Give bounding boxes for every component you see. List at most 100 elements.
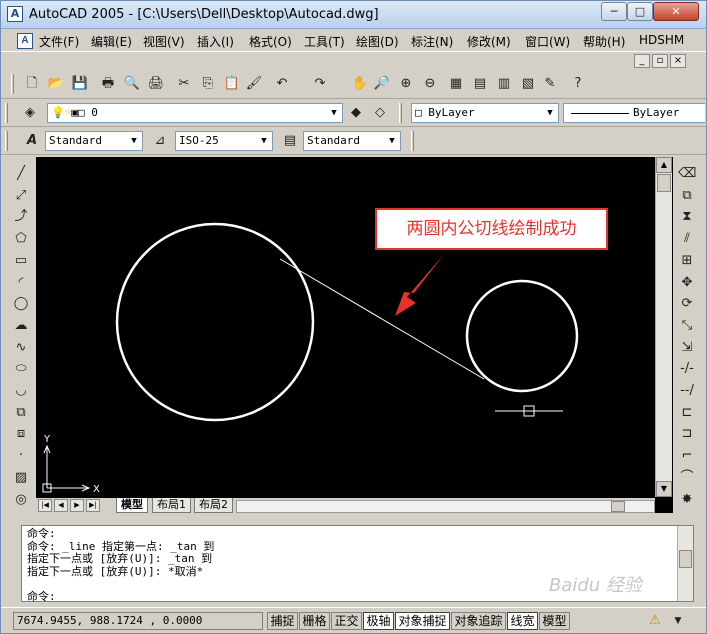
close-button[interactable]: ✕ xyxy=(653,2,699,21)
undo-icon[interactable]: ↶ xyxy=(273,75,291,93)
linetype-dropdown[interactable]: ByLayer xyxy=(563,103,705,123)
scroll-up-icon[interactable]: ▲ xyxy=(656,157,672,173)
prev-tab-icon[interactable]: ◀ xyxy=(54,499,68,512)
menu-item-6[interactable]: 绘图(D) xyxy=(356,33,399,50)
insert-block-icon[interactable]: ⧉ xyxy=(12,404,30,422)
maximize-button[interactable]: □ xyxy=(627,2,653,21)
table-style-dropdown[interactable]: Standard ▼ xyxy=(303,131,401,151)
tab-layout1[interactable]: 布局1 xyxy=(152,498,191,513)
layer-manager-icon[interactable]: ◈ xyxy=(21,104,39,122)
comm-center-icon[interactable]: ⚠ xyxy=(646,612,664,630)
next-tab-icon[interactable]: ▶ xyxy=(70,499,84,512)
menu-item-8[interactable]: 修改(M) xyxy=(467,33,511,50)
tab-model[interactable]: 模型 xyxy=(116,498,148,513)
rotate-icon[interactable]: ⟳ xyxy=(678,295,696,313)
arc-icon[interactable]: ◜ xyxy=(12,274,30,292)
menu-item-10[interactable]: 帮助(H) xyxy=(583,33,625,50)
menu-item-11[interactable]: HDSHM xyxy=(639,33,684,47)
horizontal-scrollbar[interactable] xyxy=(236,500,655,513)
tangent-line[interactable] xyxy=(279,258,485,380)
menu-item-9[interactable]: 窗口(W) xyxy=(525,33,570,50)
toolbar-grip[interactable] xyxy=(5,103,8,123)
small-circle[interactable] xyxy=(465,279,579,393)
polygon-icon[interactable]: ⬠ xyxy=(12,230,30,248)
new-icon[interactable]: 🗋 xyxy=(23,75,41,93)
hatch-icon[interactable]: ▨ xyxy=(12,469,30,487)
text-style-dropdown[interactable]: Standard ▼ xyxy=(45,131,143,151)
xline-icon[interactable]: ⤢ xyxy=(12,187,30,205)
menu-item-2[interactable]: 视图(V) xyxy=(143,33,185,50)
zoom-window-icon[interactable]: ⊕ xyxy=(397,75,415,93)
scroll-down-icon[interactable]: ▼ xyxy=(656,481,672,497)
scale-icon[interactable]: ⤡ xyxy=(678,317,696,335)
markup-icon[interactable]: ✎ xyxy=(541,75,559,93)
extend-icon[interactable]: --/ xyxy=(678,382,696,400)
ellipse-arc-icon[interactable]: ◡ xyxy=(12,382,30,400)
pan-icon[interactable]: ✋ xyxy=(351,75,369,93)
mirror-icon[interactable]: ⧗ xyxy=(678,208,696,226)
save-icon[interactable]: 💾 xyxy=(71,75,89,93)
status-toggle-7[interactable]: 模型 xyxy=(539,612,570,630)
tab-layout2[interactable]: 布局2 xyxy=(194,498,233,513)
coordinate-readout[interactable]: 7674.9455, 988.1724 , 0.0000 xyxy=(13,612,263,630)
status-toggle-3[interactable]: 极轴 xyxy=(363,612,394,630)
menu-item-4[interactable]: 格式(O) xyxy=(249,33,292,50)
scroll-thumb[interactable] xyxy=(679,550,692,568)
menu-item-0[interactable]: 文件(F) xyxy=(39,33,79,50)
pline-icon[interactable]: ⤴ xyxy=(12,208,30,226)
menu-item-3[interactable]: 插入(I) xyxy=(197,33,234,50)
layer-dropdown[interactable]: 💡☼▣□ 0 ▼ xyxy=(47,103,343,123)
make-layer-current-icon[interactable]: ◆ xyxy=(347,104,365,122)
text-style-icon[interactable]: A xyxy=(23,132,41,150)
minimize-button[interactable]: ─ xyxy=(601,2,627,21)
last-tab-icon[interactable]: ▶| xyxy=(86,499,100,512)
paste-icon[interactable]: 📋 xyxy=(223,75,241,93)
dim-style-dropdown[interactable]: ISO-25 ▼ xyxy=(175,131,273,151)
region-icon[interactable]: ◎ xyxy=(12,491,30,509)
stretch-icon[interactable]: ⇲ xyxy=(678,339,696,357)
toolpalette-icon[interactable]: ▥ xyxy=(495,75,513,93)
command-prompt[interactable]: 命令: xyxy=(27,588,56,604)
redo-icon[interactable]: ↷ xyxy=(311,75,329,93)
array-icon[interactable]: ⊞ xyxy=(678,252,696,270)
scroll-thumb[interactable] xyxy=(611,501,625,512)
menu-item-5[interactable]: 工具(T) xyxy=(304,33,345,50)
status-toggle-1[interactable]: 栅格 xyxy=(299,612,330,630)
copy-obj-icon[interactable]: ⧉ xyxy=(678,187,696,205)
make-block-icon[interactable]: ⧈ xyxy=(12,425,30,443)
toolbar-grip[interactable] xyxy=(411,131,414,151)
doc-close-button[interactable]: × xyxy=(670,54,686,68)
chamfer-icon[interactable]: ⌐ xyxy=(678,447,696,465)
cut-icon[interactable]: ✂ xyxy=(175,75,193,93)
autocad-app-icon[interactable]: A xyxy=(7,6,23,22)
properties-icon[interactable]: ▦ xyxy=(447,75,465,93)
circle-icon[interactable]: ◯ xyxy=(12,295,30,313)
menu-item-1[interactable]: 编辑(E) xyxy=(91,33,132,50)
erase-icon[interactable]: ⌫ xyxy=(678,165,696,183)
break-icon[interactable]: ⊐ xyxy=(678,425,696,443)
copy-icon[interactable]: ⎘ xyxy=(199,75,217,93)
vertical-scrollbar[interactable]: ▲ ▼ xyxy=(655,157,672,497)
sheetset-icon[interactable]: ▧ xyxy=(519,75,537,93)
chevron-down-icon[interactable]: ▼ xyxy=(543,105,557,121)
status-toggle-4[interactable]: 对象捕捉 xyxy=(395,612,450,630)
move-icon[interactable]: ✥ xyxy=(678,274,696,292)
layer-previous-icon[interactable]: ◇ xyxy=(371,104,389,122)
ellipse-icon[interactable]: ⬭ xyxy=(12,360,30,378)
doc-minimize-button[interactable]: _ xyxy=(634,54,650,68)
help-icon[interactable]: ? xyxy=(569,75,587,93)
designcenter-icon[interactable]: ▤ xyxy=(471,75,489,93)
zoom-previous-icon[interactable]: ⊖ xyxy=(421,75,439,93)
offset-icon[interactable]: ⫽ xyxy=(678,230,696,248)
matchprop-icon[interactable]: 🖌 xyxy=(245,75,263,93)
scroll-thumb[interactable] xyxy=(657,174,671,192)
open-icon[interactable]: 📂 xyxy=(47,75,65,93)
spline-icon[interactable]: ∿ xyxy=(12,339,30,357)
toolbar-grip[interactable] xyxy=(399,103,402,123)
explode-icon[interactable]: ✸ xyxy=(678,491,696,509)
color-dropdown[interactable]: □ ByLayer ▼ xyxy=(411,103,559,123)
doc-restore-button[interactable]: ▫ xyxy=(652,54,668,68)
zoom-realtime-icon[interactable]: 🔎 xyxy=(373,75,391,93)
toolbar-grip[interactable] xyxy=(5,131,8,151)
status-menu-icon[interactable]: ▼ xyxy=(669,612,687,630)
